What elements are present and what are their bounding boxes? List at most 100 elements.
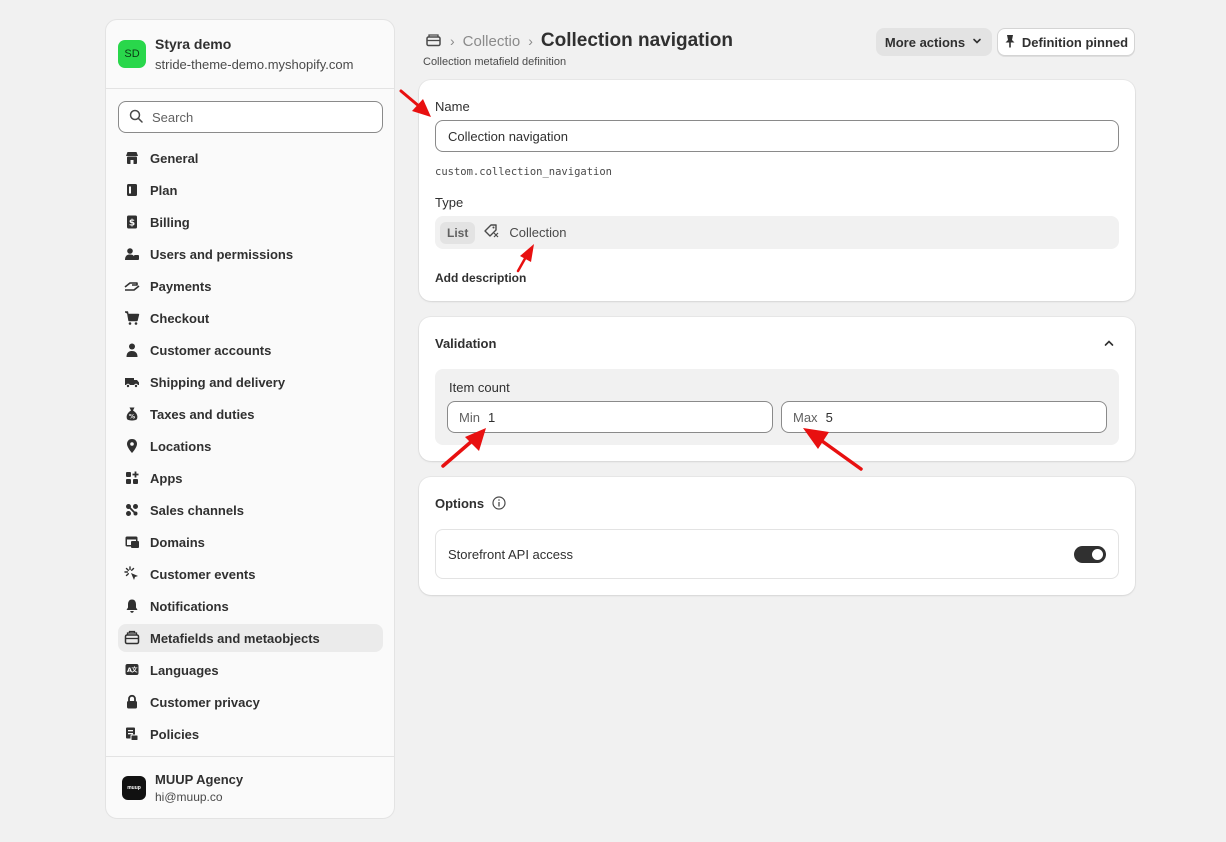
sidebar-item-checkout[interactable]: Checkout [118, 304, 383, 332]
sidebar-item-label: Domains [150, 534, 205, 550]
min-input[interactable]: Min 1 [447, 401, 773, 433]
definition-pinned-button[interactable]: Definition pinned [997, 28, 1135, 56]
payments-icon [124, 278, 140, 294]
store-switcher[interactable]: SD Styra demo stride-theme-demo.myshopif… [106, 20, 394, 89]
sidebar-item-customer-privacy[interactable]: Customer privacy [118, 688, 383, 716]
sidebar-item-sales-channels[interactable]: Sales channels [118, 496, 383, 524]
settings-sidebar: SD Styra demo stride-theme-demo.myshopif… [105, 19, 395, 819]
sidebar-item-general[interactable]: General [118, 144, 383, 172]
max-prefix: Max [793, 409, 818, 425]
sidebar-item-payments[interactable]: Payments [118, 272, 383, 300]
sidebar-item-label: Shipping and delivery [150, 374, 286, 390]
billing-icon: $ [124, 214, 140, 230]
users-icon [124, 246, 140, 262]
store-domain: stride-theme-demo.myshopify.com [155, 57, 354, 72]
sidebar-item-label: General [150, 150, 199, 166]
min-prefix: Min [459, 409, 480, 425]
account-email: hi@muup.co [155, 789, 223, 804]
channels-icon [124, 502, 140, 518]
type-field: List Collection [435, 216, 1119, 249]
domains-icon [124, 534, 140, 550]
sidebar-item-users[interactable]: Users and permissions [118, 240, 383, 268]
location-icon [124, 438, 140, 454]
sidebar-item-label: Metafields and metaobjects [150, 630, 320, 646]
languages-icon: A文 [124, 662, 140, 678]
chevron-up-icon[interactable] [1103, 337, 1115, 352]
breadcrumb: › Collectio › Collection navigation [425, 30, 733, 52]
bell-icon [124, 598, 140, 614]
options-title: Options [435, 496, 485, 511]
item-count-label: Item count [449, 380, 510, 395]
cursor-icon [124, 566, 140, 582]
sidebar-item-label: Apps [150, 470, 183, 486]
chevron-right-icon: › [528, 33, 533, 49]
name-label: Name [435, 99, 470, 114]
sidebar-item-metafields[interactable]: Metafields and metaobjects [118, 624, 383, 652]
name-input[interactable]: Collection navigation [435, 120, 1119, 152]
page-subtitle: Collection metafield definition [423, 56, 567, 68]
sidebar-item-label: Checkout [150, 310, 210, 326]
more-actions-button[interactable]: More actions [876, 28, 992, 56]
svg-text:$: $ [129, 219, 135, 229]
tax-icon: % [124, 406, 140, 422]
metafields-icon [124, 630, 140, 646]
plan-icon [124, 182, 140, 198]
sidebar-item-languages[interactable]: A文 Languages [118, 656, 383, 684]
apps-icon [124, 470, 140, 486]
list-badge: List [440, 221, 476, 244]
person-icon [124, 342, 140, 358]
store-name: Styra demo [155, 36, 232, 52]
sidebar-item-label: Sales channels [150, 502, 244, 518]
more-actions-label: More actions [884, 34, 966, 50]
sidebar-item-label: Users and permissions [150, 246, 294, 262]
store-avatar: SD [118, 40, 146, 68]
sidebar-item-billing[interactable]: $ Billing [118, 208, 383, 236]
search-placeholder: Search [152, 109, 194, 125]
truck-icon [124, 374, 140, 390]
store-icon [124, 150, 140, 166]
chevron-right-icon: › [450, 33, 455, 49]
max-input[interactable]: Max 5 [781, 401, 1107, 433]
validation-card: Validation Item count Min 1 Max 5 [419, 317, 1135, 461]
storefront-api-row: Storefront API access [435, 529, 1119, 579]
sidebar-item-domains[interactable]: Domains [118, 528, 383, 556]
validation-title: Validation [435, 336, 497, 351]
agency-logo: muup [122, 775, 146, 800]
metafields-icon[interactable] [425, 32, 442, 51]
lock-icon [124, 694, 140, 710]
sidebar-item-label: Taxes and duties [150, 406, 255, 422]
sidebar-item-apps[interactable]: Apps [118, 464, 383, 492]
sidebar-item-policies[interactable]: Policies [118, 720, 383, 748]
pin-icon [1004, 34, 1016, 51]
add-description-button[interactable]: Add description [435, 271, 526, 285]
sidebar-item-notifications[interactable]: Notifications [118, 592, 383, 620]
sidebar-item-taxes[interactable]: % Taxes and duties [118, 400, 383, 428]
page-title: Collection navigation [540, 30, 733, 51]
storefront-api-label: Storefront API access [448, 546, 574, 562]
breadcrumb-collection-link[interactable]: Collectio [463, 33, 521, 50]
storefront-api-toggle[interactable] [1074, 546, 1106, 563]
type-name: Collection [509, 225, 567, 240]
account-name: MUUP Agency [155, 771, 244, 787]
svg-text:%: % [129, 414, 135, 421]
sidebar-item-customer-events[interactable]: Customer events [118, 560, 383, 588]
sidebar-item-label: Customer events [150, 566, 256, 582]
account-menu[interactable]: muup MUUP Agency hi@muup.co [106, 756, 394, 818]
sidebar-item-label: Customer privacy [150, 694, 260, 710]
sidebar-item-label: Billing [150, 214, 190, 230]
info-icon[interactable] [492, 496, 506, 513]
chevron-down-icon [971, 35, 983, 50]
namespace-key: custom.collection_navigation [435, 166, 613, 178]
options-card: Options Storefront API access [419, 477, 1135, 595]
sidebar-item-customer-accounts[interactable]: Customer accounts [118, 336, 383, 364]
sidebar-item-plan[interactable]: Plan [118, 176, 383, 204]
sidebar-item-label: Customer accounts [150, 342, 272, 358]
search-icon [129, 109, 143, 126]
sidebar-item-locations[interactable]: Locations [118, 432, 383, 460]
sidebar-item-label: Policies [150, 726, 200, 742]
search-input[interactable]: Search [118, 101, 383, 133]
cart-icon [124, 310, 140, 326]
sidebar-item-shipping[interactable]: Shipping and delivery [118, 368, 383, 396]
type-label: Type [435, 195, 464, 210]
min-value: 1 [487, 409, 496, 425]
